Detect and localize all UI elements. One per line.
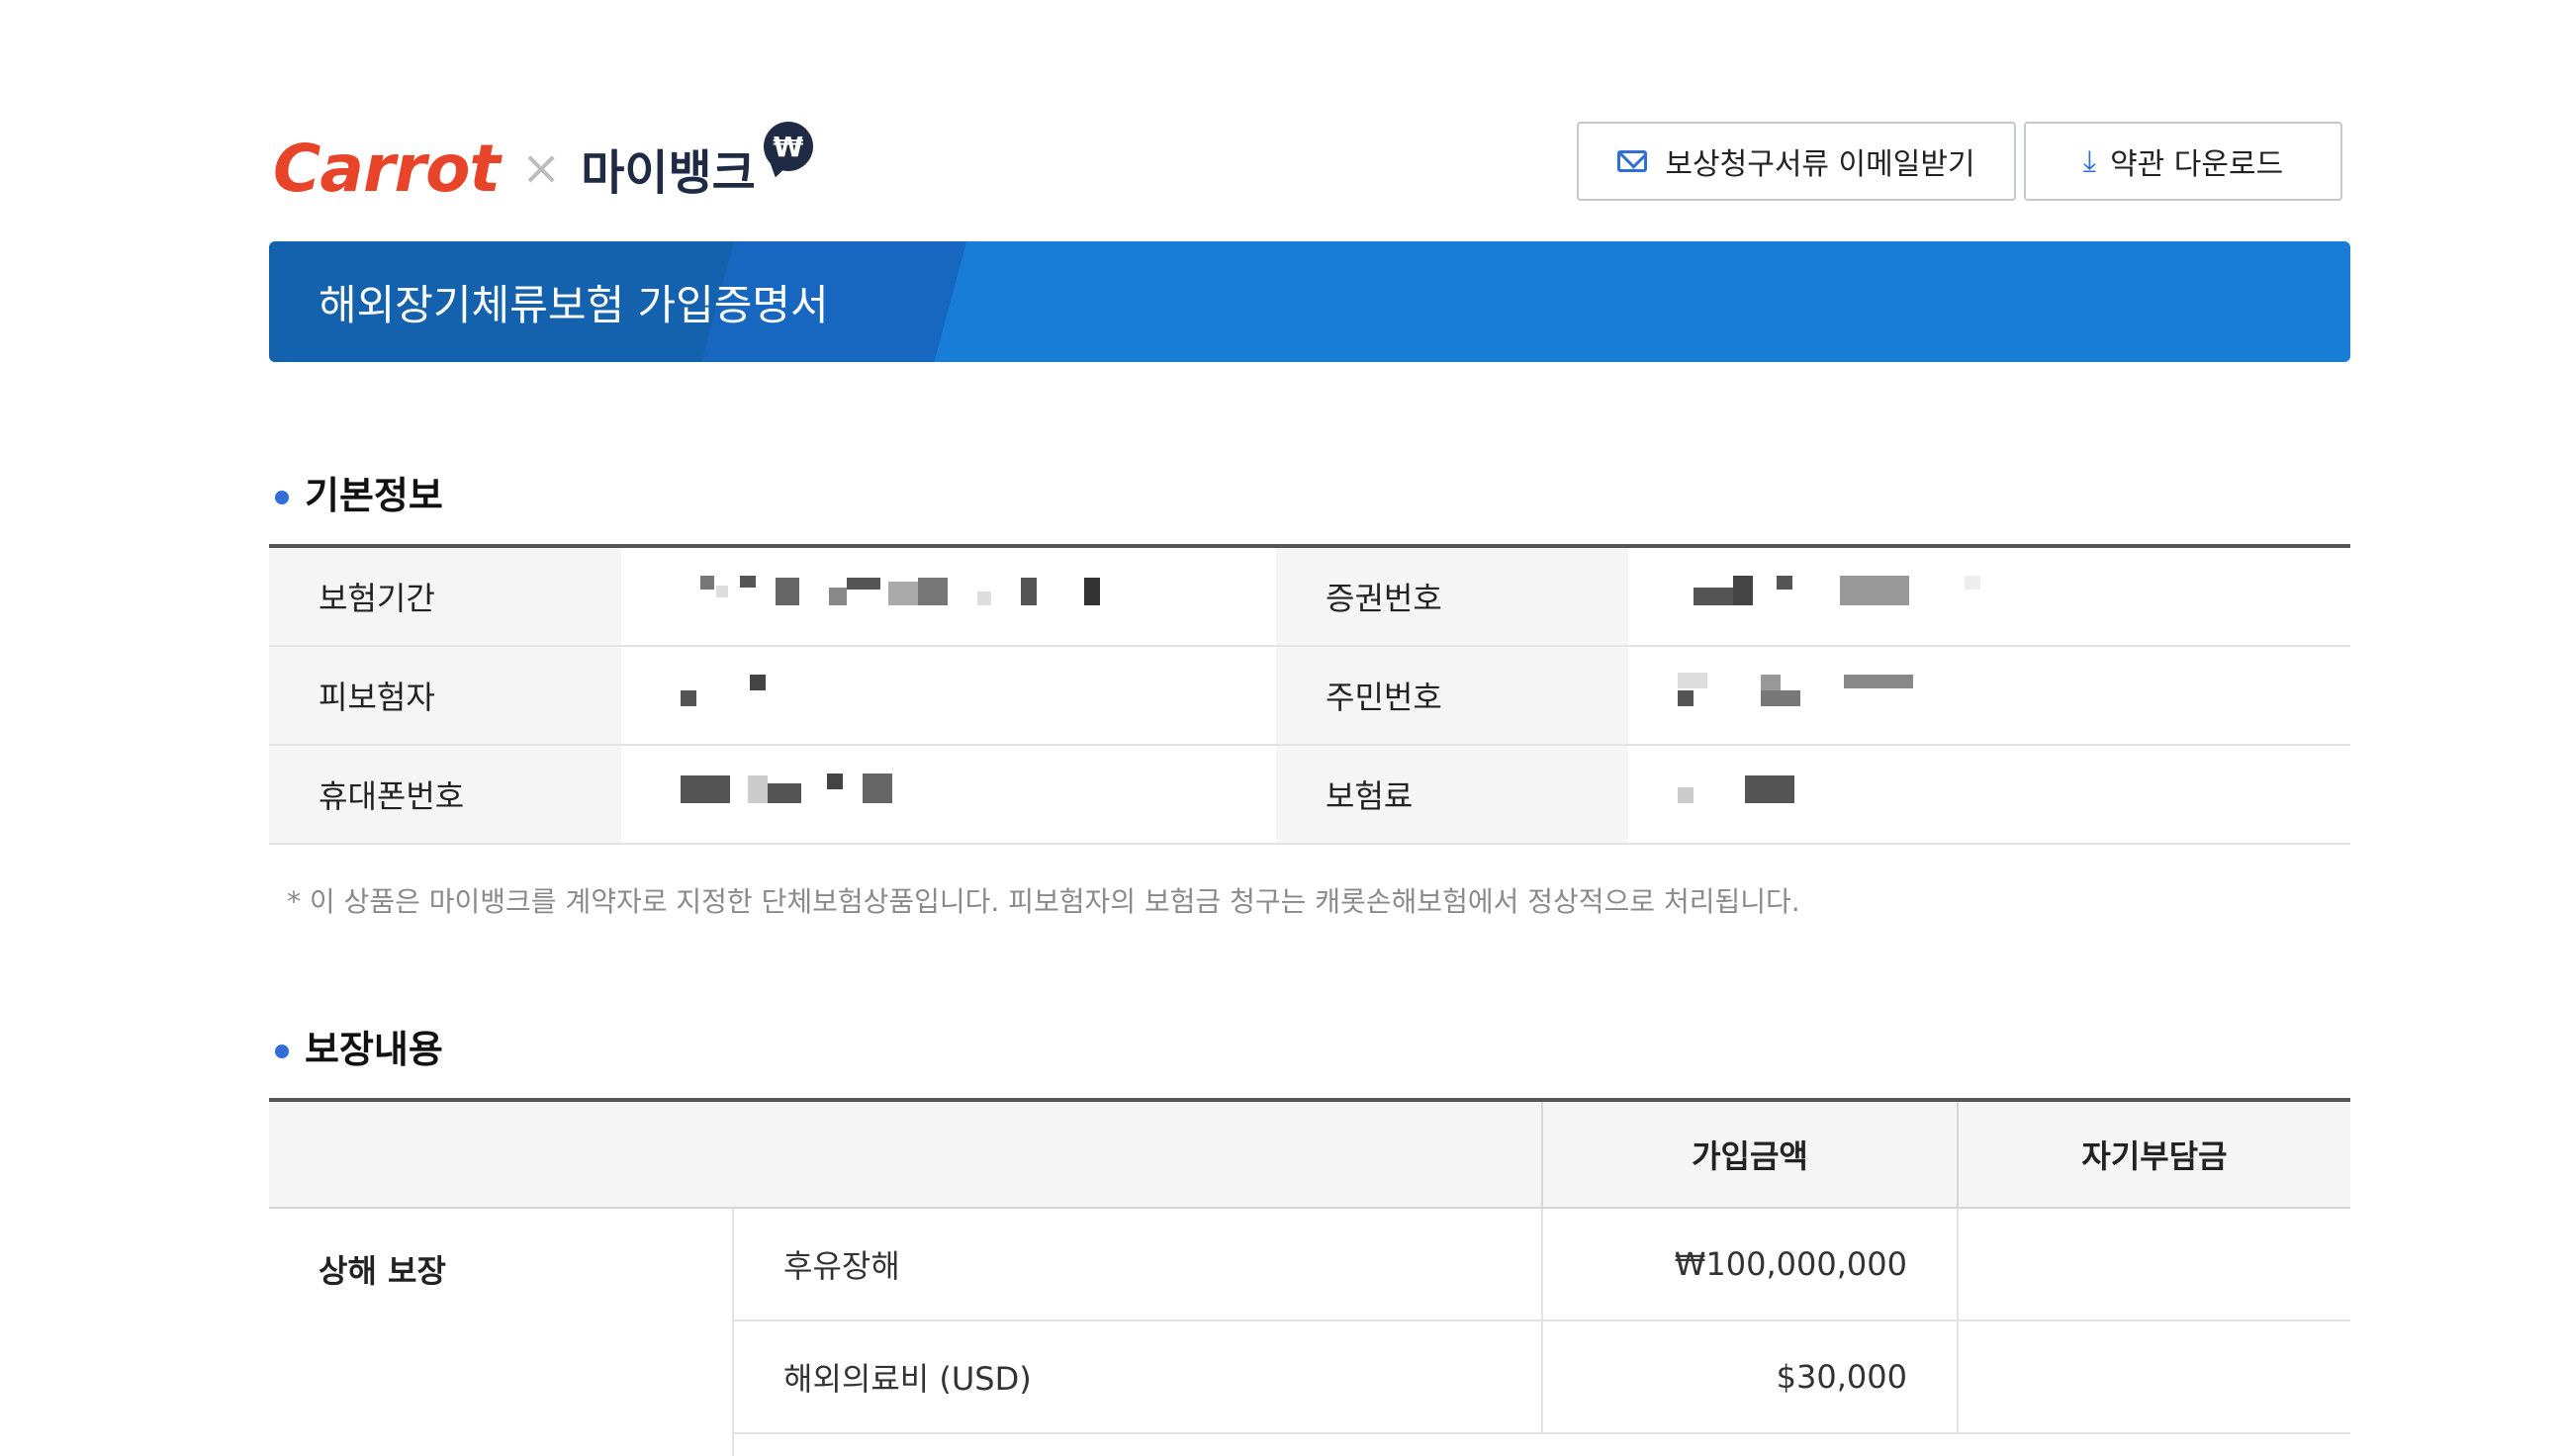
table-row: 휴대폰번호 보험료 [269, 746, 2350, 845]
value-policy-number-redacted [1628, 548, 2350, 645]
basic-info-table: 보험기간 증권번호 피보험자 주민번호 휴대폰번호 보험료 [269, 544, 2350, 845]
table-row: 후유장해 ₩100,000,000 [734, 1209, 2350, 1321]
basic-info-title: 기본정보 [305, 474, 443, 517]
label-policy-number: 증권번호 [1276, 548, 1628, 645]
value-insurance-period-redacted [621, 548, 1276, 645]
label-premium: 보험료 [1276, 746, 1628, 843]
policy-note: * 이 상품은 마이뱅크를 계약자로 지정한 단체보험상품입니다. 피보험자의 … [287, 885, 1800, 918]
bullet-icon [275, 1044, 289, 1058]
carrot-logo: Carrot [273, 130, 501, 207]
coverage-item-deductible [1959, 1321, 2350, 1432]
value-insured-redacted [621, 647, 1276, 744]
logo-separator: × [520, 140, 562, 196]
coverage-item-amount: $30,000 [1543, 1321, 1959, 1432]
download-terms-label: 약관 다운로드 [2110, 147, 2284, 182]
mybank-logo: 마이뱅크 [581, 145, 756, 201]
email-claim-docs-button[interactable]: 보상청구서류 이메일받기 [1577, 122, 2016, 201]
download-icon: ⤓ [2082, 143, 2097, 179]
label-resident-number: 주민번호 [1276, 647, 1628, 744]
value-mobile-number-redacted [621, 746, 1276, 843]
coverage-item-name: 후유장해 [734, 1209, 1543, 1320]
page-title: 해외장기체류보험 가입증명서 [319, 280, 829, 329]
bullet-icon [275, 490, 289, 504]
label-mobile-number: 휴대폰번호 [269, 746, 621, 843]
coverage-table: 가입금액 자기부담금 상해 보장 후유장해 ₩100,000,000 해외의료비… [269, 1098, 2350, 1456]
email-claim-docs-label: 보상청구서류 이메일받기 [1665, 147, 1975, 182]
coverage-item-deductible [1959, 1209, 2350, 1320]
table-row: 해외의료비 (USD) $30,000 [734, 1321, 2350, 1434]
value-resident-number-redacted [1628, 647, 2350, 744]
label-insurance-period: 보험기간 [269, 548, 621, 645]
won-badge-icon: ₩ [763, 122, 813, 171]
table-row: 피보험자 주민번호 [269, 647, 2350, 746]
header-amount: 가입금액 [1543, 1102, 1959, 1207]
coverage-title: 보장내용 [305, 1028, 443, 1071]
label-insured: 피보험자 [269, 647, 621, 744]
coverage-item-amount: ₩100,000,000 [1543, 1209, 1959, 1320]
logo: Carrot × 마이뱅크 ₩ [273, 119, 813, 218]
header-blank [269, 1102, 1543, 1207]
coverage-rows: 후유장해 ₩100,000,000 해외의료비 (USD) $30,000 [734, 1209, 2350, 1456]
coverage-heading: 보장내용 [275, 1019, 443, 1073]
header-deductible: 자기부담금 [2081, 1138, 2228, 1175]
coverage-category: 상해 보장 [269, 1209, 734, 1456]
basic-info-heading: 기본정보 [275, 465, 443, 519]
coverage-item-name: 해외의료비 (USD) [734, 1321, 1543, 1432]
table-row: 보험기간 증권번호 [269, 548, 2350, 647]
value-premium-redacted [1628, 746, 2350, 843]
coverage-table-header: 가입금액 자기부담금 [269, 1102, 2350, 1209]
coverage-table-body: 상해 보장 후유장해 ₩100,000,000 해외의료비 (USD) $30,… [269, 1209, 2350, 1456]
mail-icon [1617, 150, 1648, 172]
download-terms-button[interactable]: ⤓ 약관 다운로드 [2024, 122, 2342, 201]
certificate-banner: 해외장기체류보험 가입증명서 [269, 241, 2350, 362]
